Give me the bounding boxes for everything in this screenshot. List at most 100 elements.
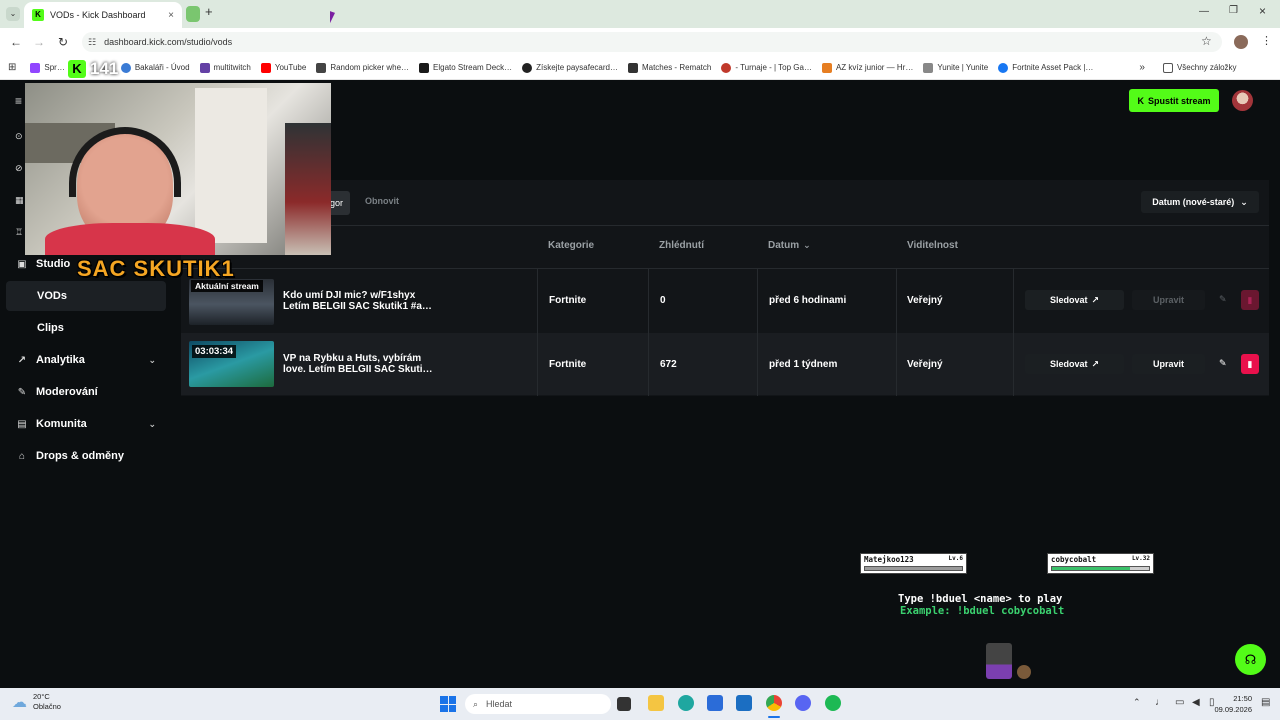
bookmark[interactable]: Matches - Rematch <box>627 62 711 73</box>
duel-help-text: Type !bduel <name> to play <box>898 593 1063 605</box>
network-icon[interactable]: ▭ <box>1175 697 1184 708</box>
bookmark[interactable]: Elgato Stream Deck… <box>419 62 512 73</box>
sidebar-item-vods[interactable]: VODs <box>6 281 166 311</box>
microphone-icon[interactable]: ♩ <box>1155 697 1165 708</box>
column-divider <box>896 269 897 396</box>
all-bookmarks[interactable]: Všechny záložky <box>1162 62 1237 73</box>
sort-dropdown[interactable]: Datum (nové-staré) ⌄ <box>1141 191 1259 213</box>
vod-title-line[interactable]: love. Letím BELGII SAC Skuti… <box>283 364 432 375</box>
webcam-overlay <box>25 83 331 255</box>
edge-icon[interactable] <box>678 695 694 711</box>
grid-icon[interactable]: ▦ <box>15 195 24 206</box>
column-divider <box>648 269 649 396</box>
spotify-icon[interactable] <box>825 695 841 711</box>
bookmark[interactable]: Bakaláři - Úvod <box>120 62 190 73</box>
kick-logo-icon: K <box>68 60 86 78</box>
vod-title-line[interactable]: VP na Rybku a Huts, vybírám <box>283 353 421 364</box>
support-chat-button[interactable]: ☊ <box>1235 644 1266 675</box>
tab-list-icon[interactable]: ⌄ <box>6 7 20 21</box>
column-header-visibility[interactable]: Viditelnost <box>907 240 958 251</box>
gift-icon: ⌂ <box>18 450 26 462</box>
more-bookmarks-icon[interactable]: » <box>1139 62 1145 73</box>
apps-icon[interactable]: ⊞ <box>8 62 16 73</box>
chevron-down-icon: ⌄ <box>148 354 156 365</box>
hp-bar <box>864 566 963 571</box>
sidebar-item-community[interactable]: ▤ Komunita ⌄ <box>6 409 166 439</box>
bookmark[interactable]: Random picker whe… <box>316 62 409 73</box>
vod-title-line[interactable]: Kdo umí DJI mic? w/F1shyx <box>283 290 415 301</box>
weather-widget[interactable]: ☁ 20°C Oblačno <box>12 692 61 712</box>
watch-button[interactable]: Sledovat ↗ <box>1025 354 1124 374</box>
volume-icon[interactable]: ◀ <box>1192 697 1200 708</box>
vod-title-line[interactable]: Letím BELGII SAC Skutik1 #a… <box>283 301 432 312</box>
sidebar-item-analytics[interactable]: ↗ Analytika ⌄ <box>6 345 166 375</box>
bookmark[interactable]: Fortnite Asset Pack |… <box>998 62 1093 73</box>
close-window-icon[interactable]: × <box>1259 4 1266 18</box>
bookmark[interactable]: - Turnaje - | Top Ga… <box>721 62 812 73</box>
outlook-icon[interactable] <box>736 695 752 711</box>
column-header-date[interactable]: Datum ⌄ <box>768 240 811 251</box>
pin-icon[interactable]: ✎ <box>1219 294 1227 305</box>
file-explorer-icon[interactable] <box>648 695 664 711</box>
tray-chevron-icon[interactable]: ⌃ <box>1133 697 1141 708</box>
watch-button[interactable]: Sledovat ↗ <box>1025 290 1124 310</box>
maximize-icon[interactable]: ❐ <box>1229 5 1238 16</box>
reload-icon[interactable]: ↻ <box>58 35 68 49</box>
sidebar-item-drops[interactable]: ⌂ Drops & odměny <box>6 441 166 471</box>
bookmark[interactable]: AZ kvíz junior — Hr… <box>821 62 913 73</box>
minimize-icon[interactable]: — <box>1199 6 1209 17</box>
browser-tab-secondary[interactable] <box>186 6 200 22</box>
sidebar-item-clips[interactable]: Clips <box>6 313 166 343</box>
forward-icon[interactable]: → <box>33 35 45 49</box>
pin-icon[interactable]: ✎ <box>1219 358 1227 369</box>
notifications-icon[interactable]: ▤ <box>1261 697 1270 708</box>
user-avatar[interactable] <box>1232 90 1253 111</box>
delete-button[interactable]: ▮ <box>1241 354 1259 374</box>
start-windows-icon[interactable] <box>440 696 456 712</box>
column-header-category[interactable]: Kategorie <box>548 240 594 251</box>
toolbar-divider <box>181 225 1269 226</box>
hp-bar <box>1051 566 1150 571</box>
tab-title: VODs - Kick Dashboard <box>50 10 146 20</box>
discord-icon[interactable] <box>795 695 811 711</box>
clock[interactable]: 21:50 09.09.2026 <box>1212 693 1252 715</box>
profile-avatar[interactable] <box>1234 35 1248 49</box>
chrome-icon[interactable] <box>766 695 782 711</box>
bookmark[interactable]: Získejte paysafecard… <box>522 62 618 73</box>
bookmark[interactable]: YouTube <box>260 62 306 73</box>
edit-button[interactable]: Upravit <box>1132 354 1205 374</box>
bookmark[interactable]: Yunite | Yunite <box>923 62 988 73</box>
sidebar-item-moderation[interactable]: ✎ Moderování <box>6 377 166 407</box>
browser-menu-icon[interactable]: ⋮ <box>1261 34 1272 47</box>
taskbar-search[interactable]: ⌕ Hledat <box>465 694 611 714</box>
vod-thumbnail[interactable]: 03:03:34 <box>189 341 274 387</box>
chevron-down-icon: ⌄ <box>1240 196 1248 207</box>
link-icon[interactable]: ⊘ <box>15 163 23 174</box>
column-header-views[interactable]: Zhlédnutí <box>659 240 704 251</box>
back-icon[interactable]: ← <box>10 35 22 49</box>
browser-tab-active[interactable]: K VODs - Kick Dashboard × <box>24 2 182 28</box>
close-tab-icon[interactable]: × <box>168 10 174 21</box>
bookmarks-bar: ⊞ Spr… Bakaláři - Úvod multitwitch YouTu… <box>0 56 1280 80</box>
store-icon[interactable] <box>707 695 723 711</box>
vod-views: 0 <box>660 295 666 306</box>
site-info-icon[interactable]: ☷ <box>88 37 96 48</box>
delete-button-disabled[interactable]: ▮ <box>1241 290 1259 310</box>
address-bar[interactable]: ☷ dashboard.kick.com/studio/vods <box>82 32 1222 52</box>
new-tab-icon[interactable]: + <box>205 4 213 19</box>
duel-sprite <box>1017 665 1031 679</box>
home-icon[interactable]: ⊙ <box>15 131 23 142</box>
menu-hamburger-icon[interactable]: ≡ <box>15 94 22 108</box>
mouse-cursor-icon <box>330 11 335 25</box>
vod-views: 672 <box>660 359 677 370</box>
trophy-icon[interactable]: ♖ <box>15 227 23 238</box>
vod-thumbnail[interactable]: Aktuální stream <box>189 279 274 325</box>
edit-button-disabled[interactable]: Upravit <box>1132 290 1205 310</box>
search-icon: ⌕ <box>473 698 479 709</box>
bookmark[interactable]: multitwitch <box>199 62 251 73</box>
task-view-icon[interactable] <box>617 697 631 711</box>
refresh-button[interactable]: Obnovit <box>365 196 399 206</box>
bookmark[interactable]: Spr… <box>30 62 65 73</box>
start-stream-button[interactable]: K Spustit stream <box>1129 89 1219 112</box>
bookmark-star-icon[interactable]: ☆ <box>1201 34 1212 48</box>
